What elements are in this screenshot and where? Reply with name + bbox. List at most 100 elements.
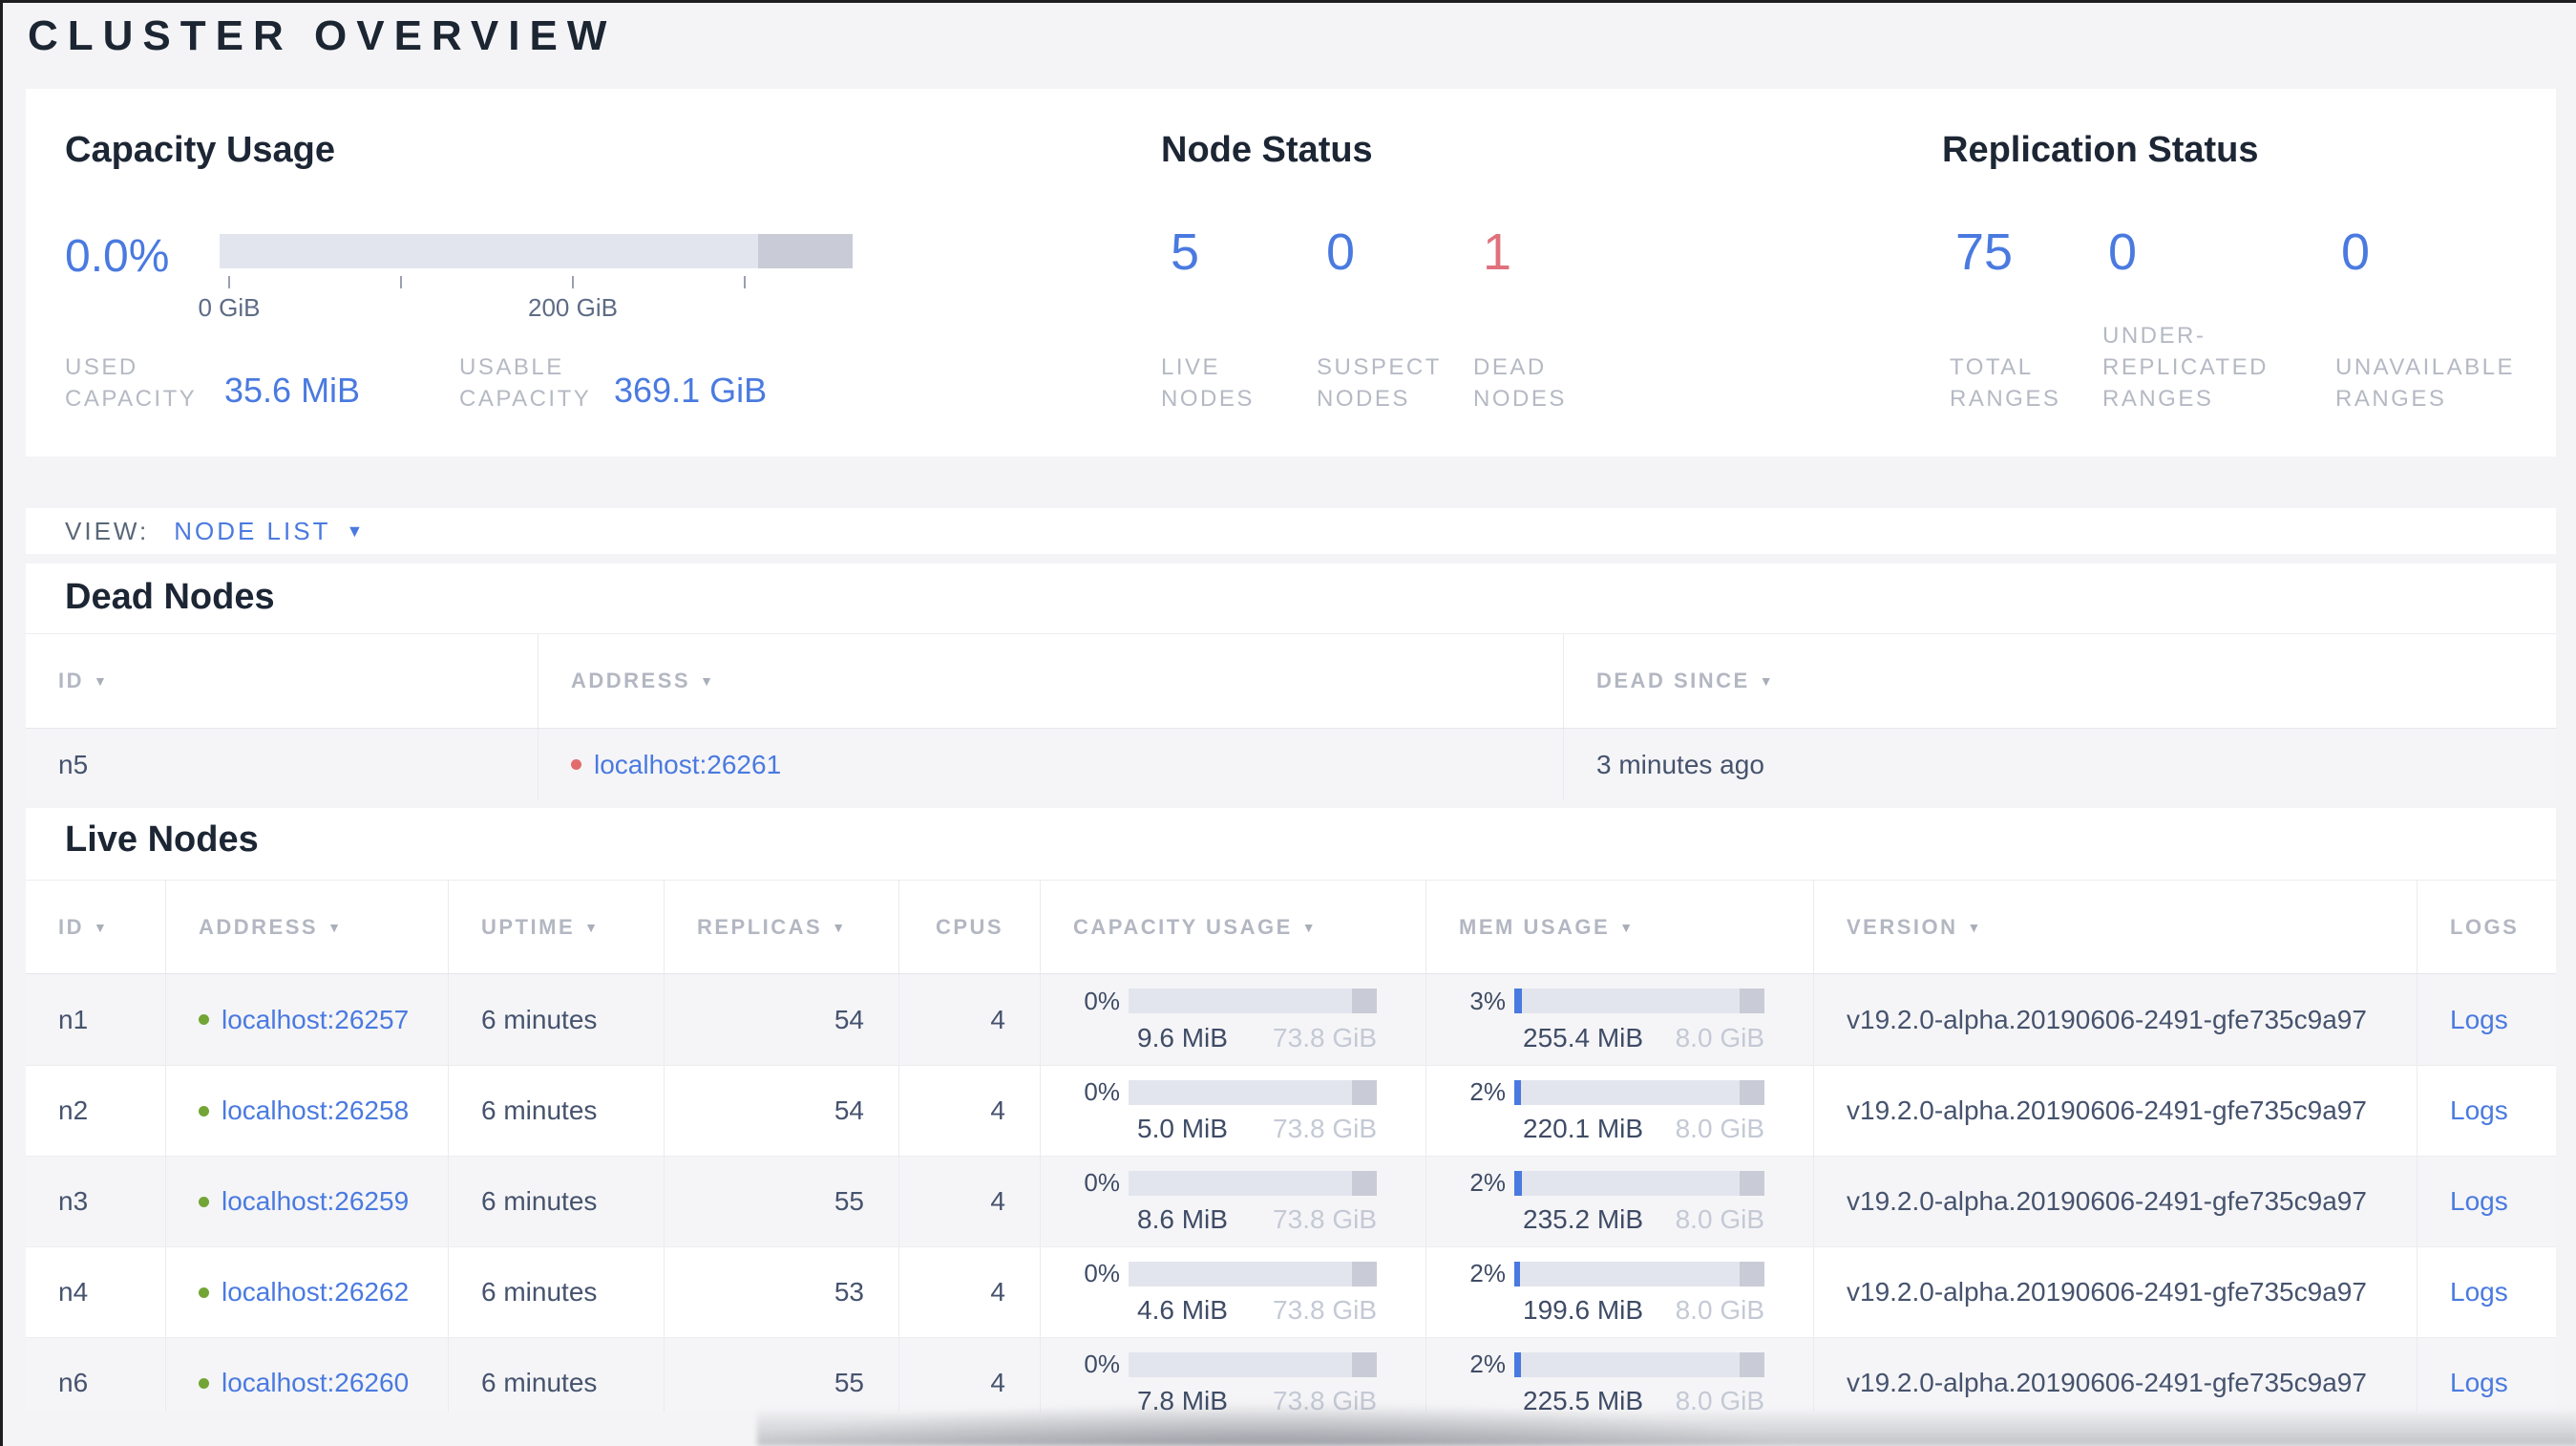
cpus-cell: 4	[898, 1157, 1040, 1246]
sort-icon[interactable]: ▼	[94, 673, 109, 689]
cpus-cell: 4	[898, 974, 1040, 1065]
suspect-nodes-stat: 0 SUSPECT NODES	[1317, 223, 1465, 415]
cluster-capacity-bar	[220, 234, 853, 268]
total-ranges-stat: 75 TOTAL RANGES	[1950, 223, 2093, 415]
logs-cell: Logs	[2417, 1247, 2556, 1337]
column-header-version[interactable]: VERSION ▼	[1813, 881, 2417, 973]
logs-link[interactable]: Logs	[2450, 1095, 2508, 1126]
capacity-bar-other-segment	[1352, 1170, 1377, 1196]
table-row: n5 localhost:26261 3 minutes ago	[26, 729, 2556, 800]
mem-bar-other-segment	[1739, 1351, 1764, 1377]
view-selected-option[interactable]: NODE LIST	[174, 517, 330, 546]
version-cell: v19.2.0-alpha.20190606-2491-gfe735c9a97	[1813, 1247, 2417, 1337]
table-row: n6 localhost:26260 6 minutes 55 4 0% 7.8…	[26, 1337, 2556, 1412]
page-title: CLUSTER OVERVIEW	[28, 12, 617, 59]
unavailable-count: 0	[2341, 223, 2371, 281]
sort-icon[interactable]: ▼	[584, 920, 600, 935]
view-label: VIEW:	[65, 516, 150, 545]
capacity-usage-cell: 0% 4.6 MiB 73.8 GiB	[1040, 1247, 1425, 1337]
mem-bar-other-segment	[1739, 1170, 1764, 1196]
capacity-usage-cell: 0% 7.8 MiB 73.8 GiB	[1040, 1338, 1425, 1412]
capacity-usage-title: Capacity Usage	[65, 130, 336, 170]
column-header-capacity-usage[interactable]: CAPACITY USAGE ▼	[1040, 881, 1425, 973]
node-address-link[interactable]: localhost:26262	[222, 1277, 409, 1308]
column-header-replicas[interactable]: REPLICAS ▼	[664, 881, 898, 973]
node-address-cell: localhost:26258	[165, 1066, 448, 1156]
total-ranges-count: 75	[1955, 223, 2014, 281]
mem-total: 8.0 GiB	[1675, 1204, 1764, 1234]
uptime-cell: 6 minutes	[448, 1157, 664, 1246]
replicas-cell: 53	[664, 1247, 898, 1337]
column-header-address[interactable]: ADDRESS ▼	[538, 634, 1563, 728]
capacity-used: 4.6 MiB	[1137, 1295, 1228, 1325]
replicas-cell: 54	[664, 974, 898, 1065]
table-row: n4 localhost:26262 6 minutes 53 4 0% 4.6…	[26, 1246, 2556, 1337]
dead-nodes-label: DEAD NODES	[1473, 354, 1567, 412]
logs-cell: Logs	[2417, 1066, 2556, 1156]
mem-percent: 2%	[1469, 1077, 1506, 1106]
sort-icon[interactable]: ▼	[1619, 920, 1635, 935]
logs-link[interactable]: Logs	[2450, 1186, 2508, 1217]
mem-percent: 3%	[1469, 986, 1506, 1015]
column-header-mem-usage[interactable]: MEM USAGE ▼	[1425, 881, 1813, 973]
mem-used: 199.6 MiB	[1523, 1295, 1644, 1325]
capacity-used: 9.6 MiB	[1137, 1022, 1228, 1053]
version-cell: v19.2.0-alpha.20190606-2491-gfe735c9a97	[1813, 1157, 2417, 1246]
dead-nodes-section: Dead Nodes ID ▼ ADDRESS ▼ DEAD SINCE ▼ n…	[26, 564, 2556, 800]
capacity-total: 73.8 GiB	[1273, 1022, 1377, 1053]
node-address-link[interactable]: localhost:26259	[222, 1186, 409, 1217]
node-address-link[interactable]: localhost:26261	[594, 750, 781, 780]
node-id-cell: n4	[58, 1277, 89, 1307]
under-replicated-count: 0	[2108, 223, 2138, 281]
capacity-percent: 0%	[1084, 986, 1120, 1015]
usable-capacity-label: USABLE CAPACITY	[459, 354, 592, 412]
sort-icon[interactable]: ▼	[1760, 673, 1775, 689]
node-address-link[interactable]: localhost:26260	[222, 1368, 409, 1398]
suspect-nodes-count: 0	[1326, 223, 1356, 281]
capacity-percent: 0%	[1084, 1168, 1120, 1197]
node-address-link[interactable]: localhost:26258	[222, 1095, 409, 1126]
dead-nodes-stat: 1 DEAD NODES	[1473, 223, 1616, 415]
node-address-cell: localhost:26257	[165, 974, 448, 1065]
capacity-bar-other-segment	[1352, 1261, 1377, 1287]
capacity-percent: 0%	[1084, 1259, 1120, 1287]
column-header-id[interactable]: ID ▼	[26, 634, 538, 728]
uptime-cell: 6 minutes	[448, 1066, 664, 1156]
node-address-link[interactable]: localhost:26257	[222, 1005, 409, 1035]
sort-icon[interactable]: ▼	[94, 920, 109, 935]
under-replicated-label: UNDER-REPLICATED RANGES	[2102, 323, 2269, 412]
sort-icon[interactable]: ▼	[327, 920, 343, 935]
view-bar: VIEW: NODE LIST ▼	[26, 508, 2556, 554]
node-id-cell: n3	[58, 1186, 89, 1216]
uptime-cell: 6 minutes	[448, 974, 664, 1065]
cpus-cell: 4	[898, 1066, 1040, 1156]
mem-total: 8.0 GiB	[1675, 1114, 1764, 1143]
view-selector[interactable]: NODE LIST ▼	[174, 517, 363, 546]
mem-usage-cell: 3% 255.4 MiB 8.0 GiB	[1425, 974, 1813, 1065]
sort-icon[interactable]: ▼	[1302, 920, 1318, 935]
column-header-id[interactable]: ID ▼	[26, 881, 165, 973]
mem-bar	[1514, 1170, 1764, 1196]
live-status-icon	[199, 1196, 209, 1207]
dead-nodes-count: 1	[1483, 223, 1512, 281]
logs-link[interactable]: Logs	[2450, 1368, 2508, 1398]
sort-icon[interactable]: ▼	[832, 920, 847, 935]
logs-link[interactable]: Logs	[2450, 1277, 2508, 1308]
node-address-cell: localhost:26262	[165, 1247, 448, 1337]
mem-percent: 2%	[1469, 1350, 1506, 1378]
column-header-uptime[interactable]: UPTIME ▼	[448, 881, 664, 973]
mem-bar-other-segment	[1739, 989, 1764, 1013]
live-nodes-section: Live Nodes ID ▼ ADDRESS ▼ UPTIME ▼ REPLI…	[26, 808, 2556, 1412]
version-cell: v19.2.0-alpha.20190606-2491-gfe735c9a97	[1813, 1338, 2417, 1412]
column-header-address[interactable]: ADDRESS ▼	[165, 881, 448, 973]
version-cell: v19.2.0-alpha.20190606-2491-gfe735c9a97	[1813, 1066, 2417, 1156]
axis-tick	[572, 276, 574, 288]
column-header-dead-since[interactable]: DEAD SINCE ▼	[1563, 634, 2556, 728]
sort-icon[interactable]: ▼	[1968, 920, 1983, 935]
logs-link[interactable]: Logs	[2450, 1005, 2508, 1035]
mem-used: 235.2 MiB	[1523, 1204, 1644, 1234]
capacity-total: 73.8 GiB	[1273, 1295, 1377, 1325]
capacity-percent: 0%	[1084, 1077, 1120, 1106]
mem-usage-cell: 2% 199.6 MiB 8.0 GiB	[1425, 1247, 1813, 1337]
sort-icon[interactable]: ▼	[700, 673, 715, 689]
